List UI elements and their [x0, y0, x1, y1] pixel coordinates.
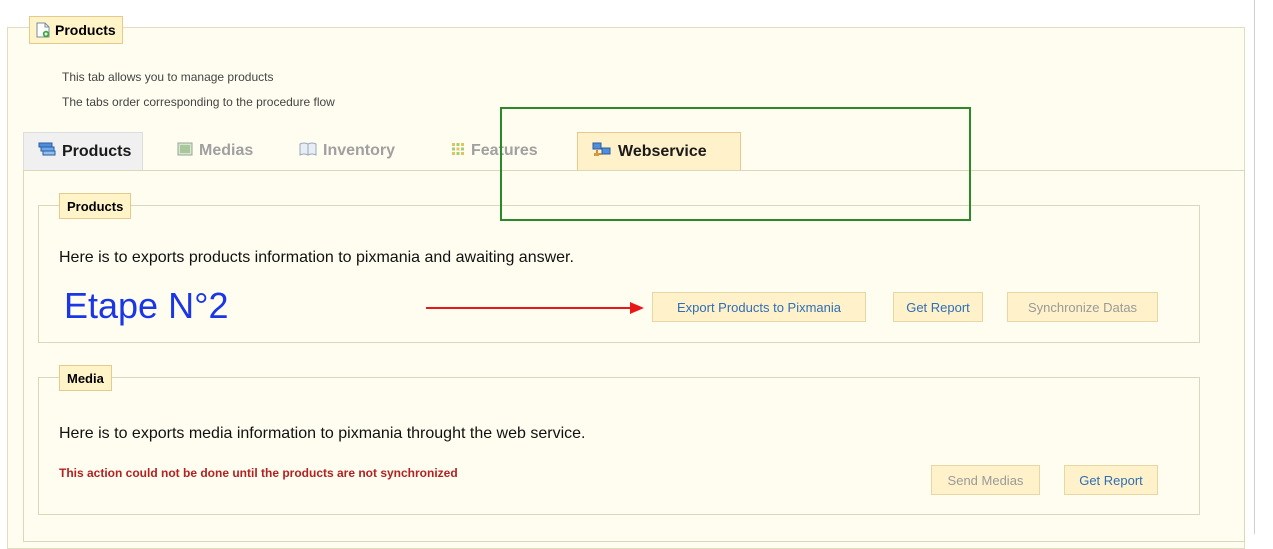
etape-annotation: Etape N°2: [64, 285, 229, 326]
tab-features-label: Features: [471, 142, 538, 159]
tab-medias[interactable]: Medias: [163, 132, 267, 170]
media-section-legend: Media: [59, 365, 112, 391]
red-arrow-annotation: [426, 302, 644, 314]
tab-description-line-1: This tab allows you to manage products: [62, 70, 274, 84]
tab-webservice[interactable]: Webservice: [577, 132, 741, 170]
tab-webservice-label: Webservice: [618, 142, 707, 160]
products-legend-label: Products: [55, 22, 116, 38]
send-medias-button[interactable]: Send Medias: [931, 465, 1040, 495]
grid-icon: [451, 142, 465, 161]
image-icon: [177, 142, 193, 161]
products-section-description: Here is to exports products information …: [59, 249, 574, 266]
products-icon: [38, 141, 56, 162]
tab-products-label: Products: [62, 142, 132, 160]
tab-inventory-label: Inventory: [323, 142, 396, 159]
document-add-icon: [36, 22, 50, 38]
tab-description-line-2: The tabs order corresponding to the proc…: [62, 95, 335, 109]
products-legend: Products: [29, 16, 123, 44]
book-icon: [299, 142, 317, 161]
tab-inventory[interactable]: Inventory: [285, 132, 409, 170]
tab-features[interactable]: Features: [437, 132, 552, 170]
get-report-products-button[interactable]: Get Report: [893, 292, 983, 322]
webservice-icon: [592, 141, 612, 162]
export-products-button[interactable]: Export Products to Pixmania: [652, 292, 866, 322]
tab-products[interactable]: Products: [23, 132, 143, 170]
get-report-media-button[interactable]: Get Report: [1064, 465, 1158, 495]
media-warning-text: This action could not be done until the …: [59, 466, 458, 480]
products-section-legend: Products: [59, 193, 132, 219]
page-scrollbar[interactable]: [1254, 0, 1273, 534]
synchronize-datas-button[interactable]: Synchronize Datas: [1007, 292, 1158, 322]
tab-medias-label: Medias: [199, 142, 254, 159]
media-section-description: Here is to exports media information to …: [59, 425, 586, 442]
